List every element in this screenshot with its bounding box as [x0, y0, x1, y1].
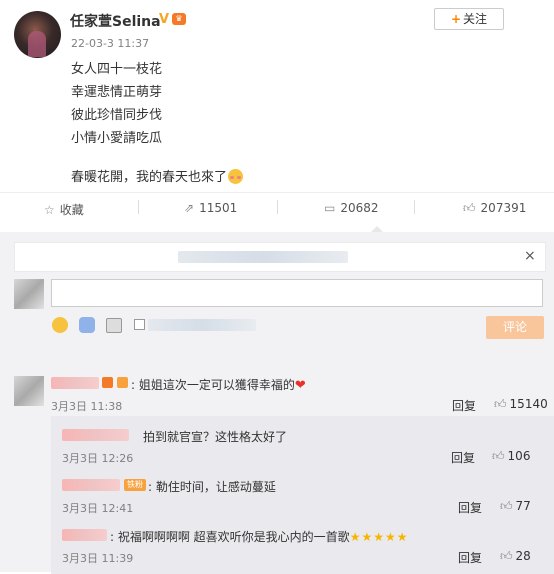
reply-button[interactable]: 回复 [452, 397, 476, 414]
comment-text: : 姐姐這次一定可以獲得幸福的❤ [131, 378, 306, 393]
thumbs-up-icon: 👍︎ [494, 397, 507, 411]
repost-also-checkbox[interactable] [134, 319, 145, 330]
action-divider [138, 200, 139, 214]
comment-like-button[interactable]: 👍︎ 15140 [494, 397, 548, 412]
thumbs-up-icon: 👍︎ [500, 499, 513, 513]
reply-like-count: 28 [515, 549, 531, 563]
fan-badge-icon [117, 377, 128, 388]
reply-like-button[interactable]: 👍︎ 77 [500, 499, 531, 514]
reply-author-name[interactable] [62, 529, 107, 541]
emoji-icon[interactable] [52, 317, 68, 333]
reply-text: : 勒住时间，让感动蔓延 [148, 480, 276, 494]
post-timestamp[interactable]: 22-03-3 11:37 [71, 37, 149, 50]
post-line-2: 幸運悲情正萌芽 [71, 85, 163, 100]
comment-like-count: 15140 [509, 397, 548, 411]
author-avatar[interactable] [14, 11, 61, 58]
comment-count: 20682 [340, 201, 379, 215]
star-icon: ☆ [44, 203, 55, 217]
post-line-3: 彼此珍惜同步伐 [71, 108, 163, 123]
sparkle-emoji-icon: ★★★★★ [349, 530, 409, 544]
checkbox-blurred-label [148, 319, 256, 331]
like-button[interactable]: 👍︎ 207391 [463, 201, 526, 216]
thumbs-up-icon: 👍︎ [463, 201, 476, 215]
comment-icon: ▭ [324, 201, 336, 215]
comment-input[interactable] [51, 279, 543, 307]
like-count: 207391 [480, 201, 527, 215]
repost-count: 11501 [199, 201, 238, 215]
gif-icon[interactable] [79, 317, 95, 333]
blush-emoji-icon [228, 169, 244, 184]
notice-blurred-text [178, 251, 348, 263]
vip-crown-icon: ♛ [172, 13, 186, 25]
reply-like-count: 77 [515, 499, 531, 513]
post-line-4: 小情小愛請吃瓜 [71, 131, 163, 146]
reply-like-count: 106 [507, 449, 531, 463]
fan-badge: 铁粉 [124, 479, 146, 491]
reply-text-body: : 祝福啊啊啊啊 超喜欢听你是我心内的一首歌 [110, 530, 350, 544]
reply-time[interactable]: 3月3日 11:39 [62, 550, 133, 566]
submit-comment-button[interactable]: 评论 [486, 316, 544, 339]
plus-icon: + [450, 12, 462, 26]
author-name[interactable]: 任家萱Selina [70, 11, 161, 31]
follow-label: 关注 [463, 12, 488, 26]
closing-line-text: 春暖花開，我的春天也來了 [71, 170, 228, 185]
verified-badge-icon: V [159, 12, 170, 27]
comment-time[interactable]: 3月3日 11:38 [51, 398, 122, 414]
reply-author-name[interactable] [62, 429, 129, 441]
repost-button[interactable]: ⇗ 11501 [184, 201, 237, 215]
thumbs-up-icon: 👍︎ [492, 449, 505, 463]
commenter-avatar[interactable] [14, 376, 44, 406]
reply-button[interactable]: 回复 [451, 449, 475, 466]
close-icon[interactable]: × [524, 248, 536, 264]
comment-button[interactable]: ▭ 20682 [324, 201, 379, 215]
favorite-button[interactable]: ☆ 收藏 [44, 201, 84, 218]
follow-button[interactable]: + 关注 [434, 8, 504, 30]
repost-icon: ⇗ [184, 201, 195, 215]
action-divider [277, 200, 278, 214]
reply-button[interactable]: 回复 [458, 499, 482, 516]
action-divider [414, 200, 415, 214]
current-user-avatar [14, 279, 44, 309]
reply-like-button[interactable]: 👍︎ 28 [500, 549, 531, 564]
reply-time[interactable]: 3月3日 12:26 [62, 450, 133, 466]
heart-emoji-icon: ❤ [294, 378, 306, 393]
reply-text: 拍到就官宣？这性格太好了 [143, 430, 288, 444]
favorite-label: 收藏 [59, 203, 84, 217]
comment-text-body: 姐姐這次一定可以獲得幸福的 [138, 378, 295, 392]
commenter-name[interactable] [51, 377, 99, 389]
post-line-1: 女人四十一枝花 [71, 62, 163, 77]
thumbs-up-icon: 👍︎ [500, 549, 513, 563]
reply-button[interactable]: 回复 [458, 549, 482, 566]
vip-badge-icon [102, 377, 113, 388]
reply-text: : 祝福啊啊啊啊 超喜欢听你是我心内的一首歌★★★★★ [110, 528, 408, 545]
post-closing-line: 春暖花開，我的春天也來了 [71, 166, 244, 185]
reply-time[interactable]: 3月3日 12:41 [62, 500, 133, 516]
reply-like-button[interactable]: 👍︎ 106 [492, 449, 530, 464]
reply-author-name[interactable] [62, 479, 120, 491]
image-icon[interactable] [106, 318, 122, 333]
